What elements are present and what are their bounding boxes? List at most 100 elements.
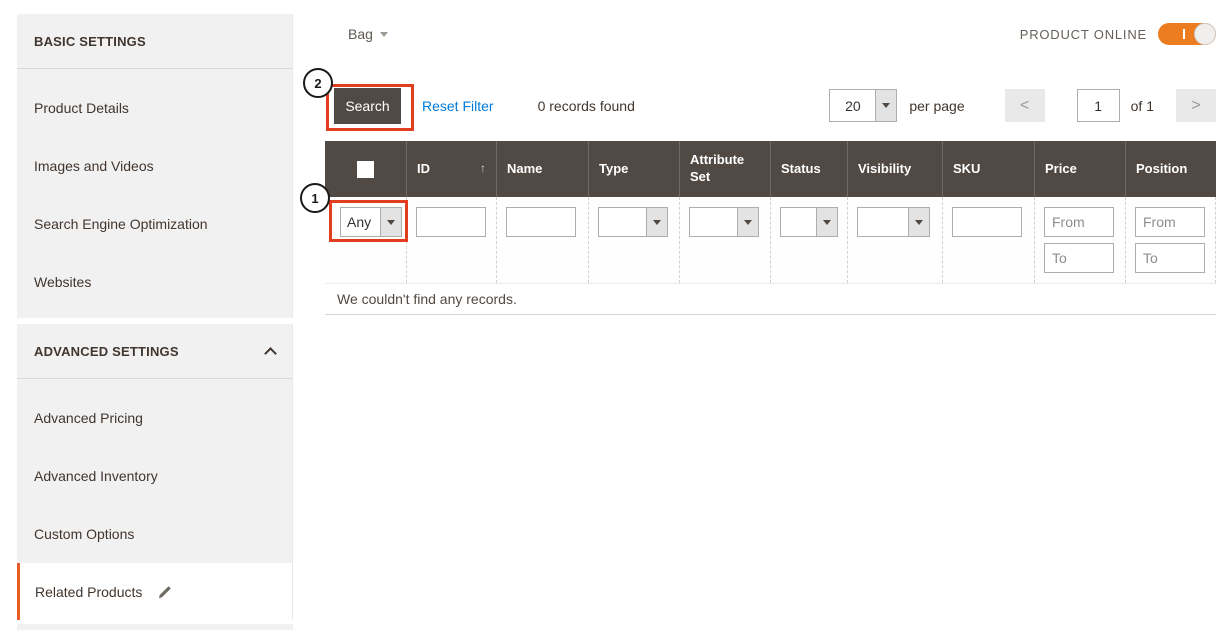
status-filter-select[interactable] (780, 207, 838, 237)
product-online-control: PRODUCT ONLINE (1020, 23, 1216, 45)
sidebar-section-basic-settings: BASIC SETTINGS Product Details Images an… (17, 14, 293, 318)
caret-down-icon (380, 32, 388, 37)
visibility-filter-select[interactable] (857, 207, 930, 237)
select-arrow (646, 208, 667, 236)
any-filter-select[interactable]: Any (340, 207, 402, 237)
sidebar-item-images-and-videos[interactable]: Images and Videos (17, 137, 292, 195)
empty-records-row: We couldn't find any records. (325, 283, 1216, 315)
column-header-select (325, 141, 406, 197)
column-label: Name (507, 161, 542, 178)
column-label: ID (417, 161, 430, 178)
grid-header-row: ID ↑ Name Type Attribute Set Status Visi… (325, 141, 1216, 197)
caret-down-icon (882, 103, 890, 108)
edit-pencil-icon (157, 585, 172, 600)
sidebar-header-basic-settings[interactable]: BASIC SETTINGS (17, 14, 292, 69)
name-filter-input[interactable] (506, 207, 576, 237)
filter-cell-position (1125, 197, 1216, 283)
annotation-step-2: 2 (303, 68, 333, 98)
column-header-position[interactable]: Position (1125, 141, 1216, 197)
sidebar-list-advanced: Advanced Pricing Advanced Inventory Cust… (17, 379, 292, 620)
sidebar-header-advanced-settings[interactable]: ADVANCED SETTINGS (17, 324, 292, 379)
attribute-set-filter-select[interactable] (689, 207, 759, 237)
id-filter-input[interactable] (416, 207, 486, 237)
column-header-visibility[interactable]: Visibility (847, 141, 942, 197)
empty-records-message: We couldn't find any records. (337, 291, 517, 307)
column-header-id[interactable]: ID ↑ (406, 141, 496, 197)
grid-toolbar: Search Reset Filter 0 records found 20 p… (334, 88, 1216, 124)
page-number-input[interactable] (1077, 89, 1120, 122)
column-header-status[interactable]: Status (770, 141, 847, 197)
filter-cell-any: Any (325, 197, 406, 283)
scope-selector[interactable]: Bag (348, 26, 388, 42)
filter-cell-name (496, 197, 588, 283)
select-arrow (380, 208, 401, 236)
caret-down-icon (823, 220, 831, 225)
column-header-attribute-set[interactable]: Attribute Set (679, 141, 770, 197)
sidebar-section-advanced-settings: ADVANCED SETTINGS Advanced Pricing Advan… (17, 324, 293, 620)
sidebar-item-websites[interactable]: Websites (17, 253, 292, 311)
column-label: Status (781, 161, 821, 178)
sidebar-item-label: Product Details (34, 100, 129, 116)
sidebar-item-product-details[interactable]: Product Details (17, 79, 292, 137)
sku-filter-input[interactable] (952, 207, 1022, 237)
next-page-button[interactable]: > (1176, 89, 1216, 122)
scope-selector-label: Bag (348, 26, 373, 42)
select-arrow (908, 208, 929, 236)
pagination: 20 per page < of 1 > (829, 89, 1216, 122)
sidebar-next-section-peek (17, 624, 293, 630)
select-arrow (737, 208, 758, 236)
per-page-label: per page (909, 98, 964, 114)
select-arrow (816, 208, 837, 236)
sidebar-item-label: Related Products (35, 584, 142, 600)
page-of-label: of 1 (1131, 98, 1154, 114)
sidebar-item-label: Websites (34, 274, 91, 290)
column-label: Type (599, 161, 628, 178)
filter-cell-id (406, 197, 496, 283)
annotation-number: 1 (311, 191, 318, 206)
per-page-value: 20 (830, 90, 875, 121)
sidebar-item-label: Custom Options (34, 526, 134, 542)
chevron-up-icon (264, 347, 277, 360)
column-header-type[interactable]: Type (588, 141, 679, 197)
column-label: Position (1136, 161, 1187, 178)
column-header-sku[interactable]: SKU (942, 141, 1034, 197)
any-filter-value: Any (341, 208, 380, 236)
records-found-text: 0 records found (538, 98, 635, 114)
price-from-input[interactable] (1044, 207, 1114, 237)
visibility-filter-value (858, 208, 908, 236)
sidebar-item-advanced-inventory[interactable]: Advanced Inventory (17, 447, 292, 505)
sidebar-list-basic: Product Details Images and Videos Search… (17, 69, 292, 311)
sidebar-item-label: Search Engine Optimization (34, 216, 208, 232)
sidebar-item-search-engine-optimization[interactable]: Search Engine Optimization (17, 195, 292, 253)
search-button[interactable]: Search (334, 88, 401, 124)
reset-filter-link[interactable]: Reset Filter (422, 98, 494, 114)
attribute-set-filter-value (690, 208, 737, 236)
related-products-grid: ID ↑ Name Type Attribute Set Status Visi… (325, 141, 1216, 315)
per-page-select[interactable]: 20 (829, 89, 897, 122)
caret-down-icon (744, 220, 752, 225)
column-label: SKU (953, 161, 980, 178)
sidebar-item-label: Advanced Pricing (34, 410, 143, 426)
prev-page-button[interactable]: < (1005, 89, 1045, 122)
position-from-input[interactable] (1135, 207, 1205, 237)
sort-ascending-icon: ↑ (480, 161, 486, 177)
sidebar-item-related-products[interactable]: Related Products (17, 563, 292, 620)
product-online-label: PRODUCT ONLINE (1020, 27, 1147, 42)
grid-filter-row: Any (325, 197, 1216, 283)
column-header-name[interactable]: Name (496, 141, 588, 197)
column-header-price[interactable]: Price (1034, 141, 1125, 197)
sidebar-header-label: BASIC SETTINGS (34, 34, 146, 49)
caret-down-icon (387, 220, 395, 225)
position-to-input[interactable] (1135, 243, 1205, 273)
annotation-number: 2 (314, 76, 321, 91)
status-filter-value (781, 208, 816, 236)
product-online-toggle[interactable] (1158, 23, 1216, 45)
select-arrow (875, 90, 896, 121)
sidebar-item-label: Advanced Inventory (34, 468, 158, 484)
sidebar-item-custom-options[interactable]: Custom Options (17, 505, 292, 563)
filter-cell-status (770, 197, 847, 283)
type-filter-select[interactable] (598, 207, 668, 237)
sidebar-item-advanced-pricing[interactable]: Advanced Pricing (17, 389, 292, 447)
select-all-checkbox[interactable] (357, 161, 374, 178)
price-to-input[interactable] (1044, 243, 1114, 273)
